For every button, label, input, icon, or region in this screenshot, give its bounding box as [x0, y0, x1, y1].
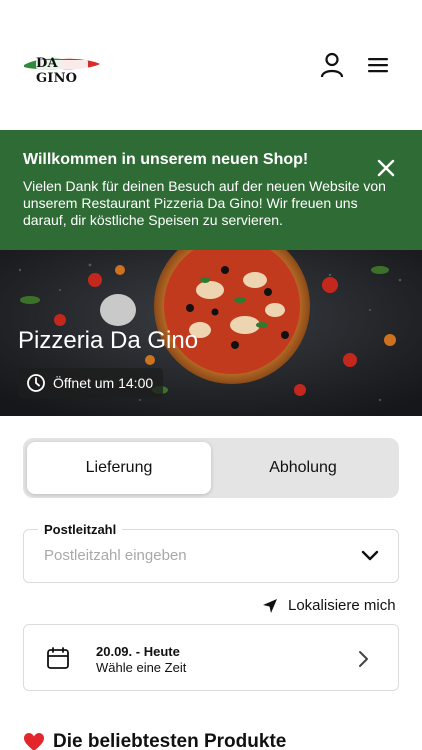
postcode-field[interactable]: Postleitzahl: [23, 522, 399, 583]
pickup-tab[interactable]: Abholung: [211, 442, 395, 494]
opening-hours-text: Öffnet um 14:00: [53, 375, 154, 391]
popular-products-heading: Die beliebtesten Produkte: [23, 731, 286, 750]
choose-time-hint: Wähle eine Zeit: [96, 660, 187, 675]
logo-text: DA GINO: [36, 56, 78, 86]
restaurant-name: Pizzeria Da Gino: [18, 327, 199, 354]
user-icon: [320, 52, 344, 78]
postcode-label: Postleitzahl: [38, 522, 123, 537]
calendar-icon: [46, 646, 70, 670]
delivery-tab[interactable]: Lieferung: [27, 442, 211, 494]
banner-close-button[interactable]: [372, 154, 400, 187]
menu-button[interactable]: [362, 50, 394, 80]
locate-me-label: Lokalisiere mich: [288, 597, 396, 614]
hamburger-menu-icon: [368, 58, 388, 73]
welcome-banner: Willkommen in unserem neuen Shop! Vielen…: [0, 130, 422, 250]
close-icon: [377, 159, 395, 177]
opening-hours-badge: Öffnet um 14:00: [18, 368, 164, 398]
account-button[interactable]: [316, 50, 348, 80]
banner-text: Vielen Dank für deinen Besuch auf der ne…: [23, 178, 386, 228]
header: DA GINO: [0, 0, 422, 130]
selected-date: 20.09. - Heute: [96, 644, 180, 659]
banner-title: Willkommen in unserem neuen Shop!: [23, 151, 309, 168]
logo[interactable]: DA GINO: [22, 52, 102, 86]
locate-me-button[interactable]: Lokalisiere mich: [262, 597, 396, 614]
chevron-right-icon: [356, 649, 370, 669]
clock-icon: [26, 373, 46, 393]
postcode-input[interactable]: [44, 547, 344, 564]
order-mode-toggle: Lieferung Abholung: [23, 438, 399, 498]
date-time-selector[interactable]: 20.09. - Heute Wähle eine Zeit: [23, 624, 399, 691]
hero-image: Pizzeria Da Gino Öffnet um 14:00: [0, 250, 422, 416]
heart-icon: [23, 732, 45, 750]
location-arrow-icon: [262, 598, 278, 614]
chevron-down-icon[interactable]: [360, 548, 380, 564]
popular-products-title: Die beliebtesten Produkte: [53, 731, 287, 750]
